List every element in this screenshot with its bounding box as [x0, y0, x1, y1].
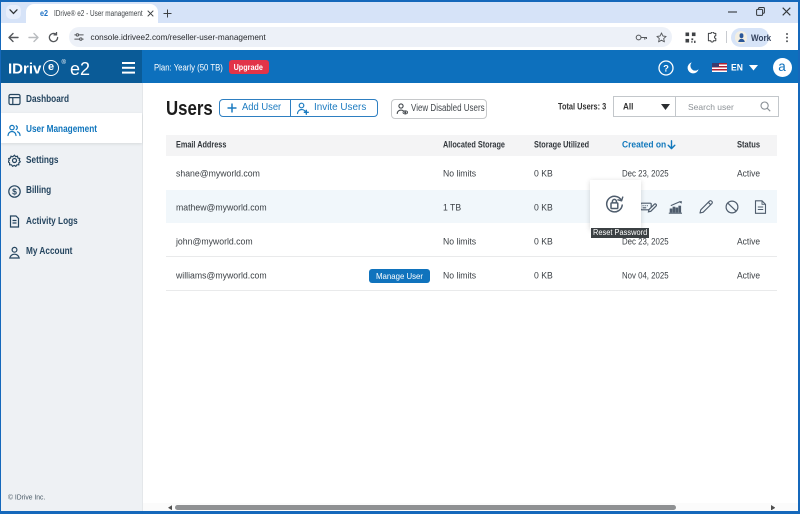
svg-text:$: $ — [12, 186, 17, 196]
svg-text:?: ? — [663, 63, 669, 74]
